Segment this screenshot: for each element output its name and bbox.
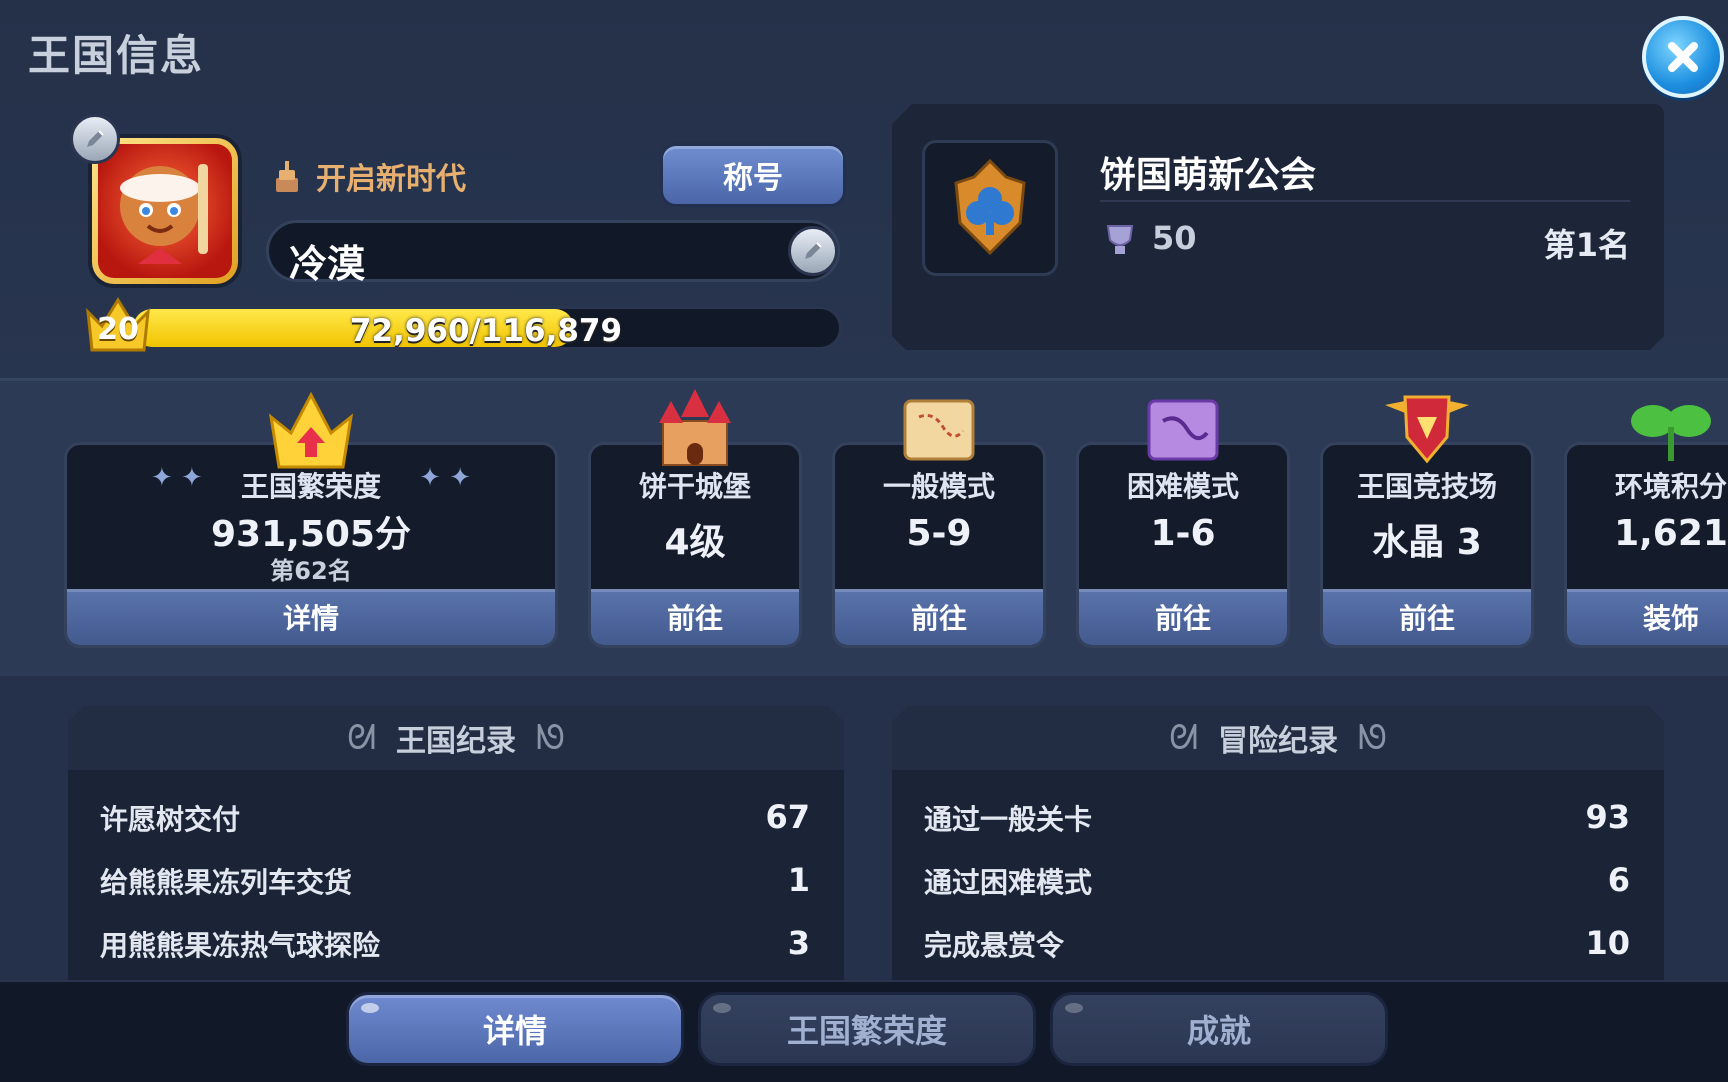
guild-club-emblem-icon: [954, 158, 1026, 256]
castle-go-button[interactable]: 前往: [591, 589, 799, 645]
tab-achievements[interactable]: 成就: [1050, 992, 1388, 1066]
record-value: 6: [1607, 861, 1630, 899]
card-value: 931,505分: [211, 514, 411, 555]
record-row: 完成悬赏令 10: [924, 924, 1630, 964]
xp-text: 72,960/116,879: [349, 313, 623, 349]
kingdom-records-panel: ᘛ 王国纪录 ᘚ 许愿树交付 67 给熊熊果冻列车交货 1 用熊熊果冻热气球探险…: [68, 706, 844, 982]
record-label: 用熊熊果冻热气球探险: [100, 929, 381, 962]
adventure-records-header: ᘛ 冒险纪录 ᘚ: [892, 706, 1664, 770]
card-value: 1-6: [1150, 513, 1216, 554]
swirl-ornament-icon: ᘚ: [1358, 718, 1387, 758]
record-row: 通过一般关卡 93: [924, 798, 1630, 838]
swirl-ornament-icon: ᘛ: [347, 718, 376, 758]
card-arena: 王国竞技场 水晶 3 前往: [1320, 395, 1534, 648]
record-row: 许愿树交付 67: [100, 798, 810, 838]
card-castle: 饼干城堡 4级 前往: [588, 389, 802, 648]
record-row: 通过困难模式 6: [924, 861, 1630, 901]
player-name: 冷漠: [289, 242, 366, 286]
record-value: 1: [787, 861, 810, 899]
kingdom-records-header: ᘛ 王国纪录 ᘚ: [68, 706, 844, 770]
era-row: 开启新时代: [272, 154, 466, 198]
normal-mode-go-button[interactable]: 前往: [835, 589, 1043, 645]
card-label: 环境积分: [1614, 470, 1727, 503]
guild-emblem: [922, 140, 1058, 276]
tab-shine: [713, 1003, 731, 1013]
avatar[interactable]: [92, 138, 238, 284]
record-value: 3: [787, 924, 810, 962]
swirl-ornament-icon: ᘛ: [1169, 718, 1198, 758]
guild-rank: 第1名: [1543, 226, 1630, 264]
card-value: 水晶 3: [1372, 522, 1482, 563]
arena-shield-icon: [1385, 395, 1469, 464]
card-value: 1,621: [1614, 513, 1728, 554]
xp-bar: 72,960/116,879: [130, 306, 842, 350]
tab-label: 详情: [482, 1012, 547, 1050]
record-value: 10: [1585, 924, 1630, 962]
card-label: 一般模式: [882, 470, 995, 503]
card-label: 王国繁荣度: [240, 470, 381, 503]
swirl-ornament-icon: ᘚ: [536, 718, 565, 758]
trophy-icon: [1106, 225, 1134, 254]
record-row: 给熊熊果冻列车交货 1: [100, 861, 810, 901]
castle-icon: [659, 389, 731, 466]
tab-shine: [1065, 1003, 1083, 1013]
guild-name: 饼国萌新公会: [1100, 155, 1317, 196]
edit-name-button[interactable]: [788, 226, 838, 276]
tab-shine: [361, 1003, 379, 1013]
card-label: 困难模式: [1126, 470, 1239, 503]
cake-icon: [276, 161, 298, 192]
card-label: 王国竞技场: [1356, 470, 1497, 503]
edit-avatar-button[interactable]: [70, 114, 120, 164]
record-label: 给熊熊果冻列车交货: [100, 866, 353, 899]
level-badge: 20: [97, 312, 139, 347]
page-title: 王国信息: [28, 31, 205, 80]
crown-icon: [268, 391, 354, 469]
card-rank: 第62名: [270, 557, 352, 585]
tab-label: 王国繁荣度: [786, 1012, 947, 1050]
prosperity-details-button[interactable]: 详情: [67, 589, 555, 645]
guild-divider: [1100, 200, 1630, 202]
card-value: 4级: [664, 522, 726, 563]
record-row: 用熊熊果冻热气球探险 3: [100, 924, 810, 964]
card-value: 5-9: [906, 513, 972, 554]
avatar-image: [98, 144, 232, 278]
tab-details[interactable]: 详情: [346, 992, 684, 1066]
record-label: 通过困难模式: [924, 866, 1093, 899]
adventure-records-panel: ᘛ 冒险纪录 ᘚ 通过一般关卡 93 通过困难模式 6 完成悬赏令 10: [892, 706, 1664, 982]
adventure-records-title: 冒险纪录: [1218, 724, 1338, 759]
arena-go-button[interactable]: 前往: [1323, 589, 1531, 645]
card-environment: 环境积分 1,621 装饰: [1564, 405, 1728, 648]
player-name-box: 冷漠: [266, 220, 840, 286]
record-label: 通过一般关卡: [924, 803, 1093, 836]
pencil-icon: [87, 130, 104, 147]
tab-label: 成就: [1186, 1012, 1251, 1050]
title-button[interactable]: 称号: [660, 143, 846, 207]
sprout-icon: [1631, 405, 1711, 461]
record-label: 完成悬赏令: [924, 929, 1065, 962]
record-value: 67: [765, 798, 810, 836]
kingdom-records-title: 王国纪录: [396, 724, 516, 759]
card-hard-mode: 困难模式 1-6 前往: [1076, 399, 1290, 648]
era-label: 开启新时代: [316, 162, 466, 197]
card-prosperity: ✦ ✦ ✦ ✦ 王国繁荣度 931,505分 第62名 详情: [64, 391, 558, 648]
guild-points: 50: [1152, 219, 1197, 257]
record-label: 许愿树交付: [100, 803, 241, 836]
record-value: 93: [1585, 798, 1630, 836]
environment-decorate-button[interactable]: 装饰: [1567, 589, 1728, 645]
close-button[interactable]: [1642, 16, 1724, 98]
hard-mode-go-button[interactable]: 前往: [1079, 589, 1287, 645]
hard-map-icon: [1147, 399, 1219, 461]
close-icon: [1668, 42, 1698, 72]
map-icon: [903, 399, 975, 461]
guild-points-row: 50: [1100, 218, 1197, 258]
pencil-icon: [805, 242, 822, 259]
tab-prosperity[interactable]: 王国繁荣度: [698, 992, 1036, 1066]
card-normal-mode: 一般模式 5-9 前往: [832, 399, 1046, 648]
card-label: 饼干城堡: [638, 470, 751, 503]
